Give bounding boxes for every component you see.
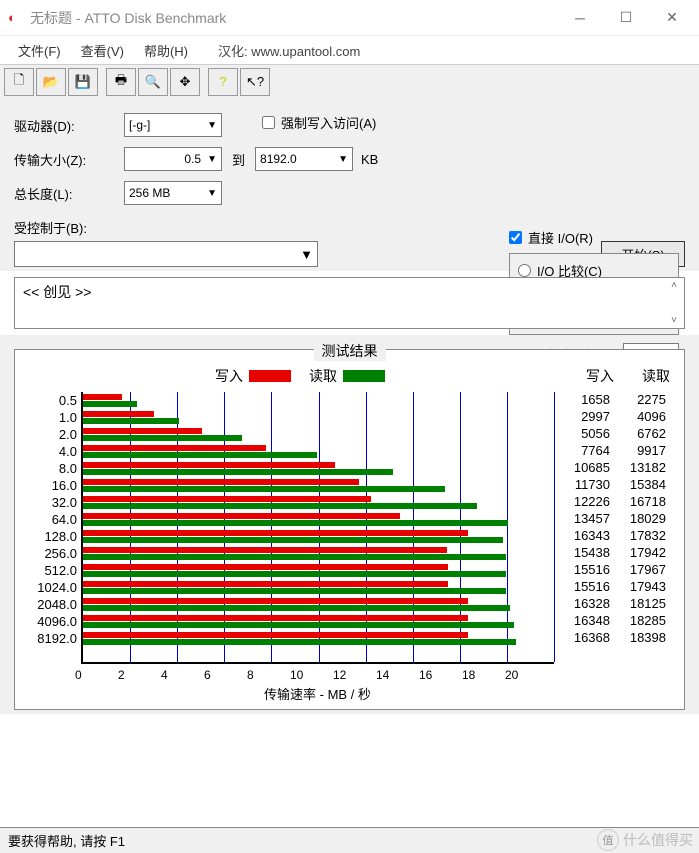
menu-hint: 汉化: www.upantool.com	[218, 41, 360, 60]
length-select[interactable]: 256 MB▼	[124, 181, 222, 205]
title-bar: ◐ 无标题 - ATTO Disk Benchmark ─ ☐ ✕	[0, 0, 699, 36]
controlled-by-select[interactable]: ▼	[14, 241, 318, 267]
data-columns: 1658227529974096505667627764991710685131…	[554, 392, 678, 664]
settings-panel: 驱动器(D): [-g-]▼ 强制写入访问(A) 传输大小(Z): 0.5▼ 到…	[0, 98, 699, 214]
legend-write-swatch	[249, 370, 291, 382]
results-panel: 测试结果 写入 读取 写入 读取 0.51.02.04.08.016.032.0…	[14, 349, 685, 710]
length-label: 总长度(L):	[14, 184, 124, 203]
status-bar: 要获得帮助, 请按 F1 值什么值得买	[0, 827, 699, 853]
status-text: 要获得帮助, 请按 F1	[8, 831, 125, 850]
app-icon: ◐	[8, 10, 24, 26]
results-title: 测试结果	[314, 341, 386, 361]
direct-io-checkbox[interactable]: 直接 I/O(R)	[509, 228, 679, 247]
controlled-by-label: 受控制于(B):	[14, 221, 87, 236]
to-label: 到	[232, 150, 245, 169]
help-icon[interactable]: ?	[208, 68, 238, 96]
preview-icon[interactable]: 🔍	[138, 68, 168, 96]
log-scrollbar[interactable]: ˄˅	[666, 280, 682, 326]
chart-bars	[81, 392, 554, 664]
print-icon[interactable]: 🖶	[106, 68, 136, 96]
menu-help[interactable]: 帮助(H)	[134, 37, 198, 64]
x-axis-label: 传输速率 - MB / 秒	[81, 682, 684, 709]
minimize-button[interactable]: ─	[557, 2, 603, 34]
size-from-select[interactable]: 0.5▼	[124, 147, 222, 171]
col-write-header: 写入	[558, 366, 614, 386]
kb-label: KB	[361, 152, 378, 167]
force-write-checkbox[interactable]: 强制写入访问(A)	[262, 113, 376, 132]
menu-file[interactable]: 文件(F)	[8, 37, 71, 64]
legend-read-label: 读取	[309, 366, 337, 386]
move-icon[interactable]: ✥	[170, 68, 200, 96]
open-icon[interactable]: 📂	[36, 68, 66, 96]
close-button[interactable]: ✕	[649, 2, 695, 34]
x-axis-ticks: 02468101214161820	[81, 668, 684, 682]
maximize-button[interactable]: ☐	[603, 2, 649, 34]
legend: 写入 读取 写入 读取	[15, 364, 684, 392]
col-read-header: 读取	[614, 366, 670, 386]
legend-write-label: 写入	[215, 366, 243, 386]
toolbar: 🗋 📂 💾 🖶 🔍 ✥ ? ↖?	[0, 64, 699, 98]
drive-label: 驱动器(D):	[14, 116, 124, 135]
log-text: << 创见 >>	[23, 284, 91, 300]
watermark: 值什么值得买	[597, 829, 693, 851]
size-to-select[interactable]: 8192.0▼	[255, 147, 353, 171]
legend-read-swatch	[343, 370, 385, 382]
new-icon[interactable]: 🗋	[4, 68, 34, 96]
y-axis-labels: 0.51.02.04.08.016.032.064.0128.0256.0512…	[21, 392, 81, 664]
log-box: << 创见 >> ˄˅	[14, 277, 685, 329]
menu-bar: 文件(F) 查看(V) 帮助(H) 汉化: www.upantool.com	[0, 36, 699, 64]
pointer-help-icon[interactable]: ↖?	[240, 68, 270, 96]
size-label: 传输大小(Z):	[14, 150, 124, 169]
menu-view[interactable]: 查看(V)	[71, 37, 134, 64]
save-icon[interactable]: 💾	[68, 68, 98, 96]
window-title: 无标题 - ATTO Disk Benchmark	[30, 8, 557, 28]
drive-select[interactable]: [-g-]▼	[124, 113, 222, 137]
